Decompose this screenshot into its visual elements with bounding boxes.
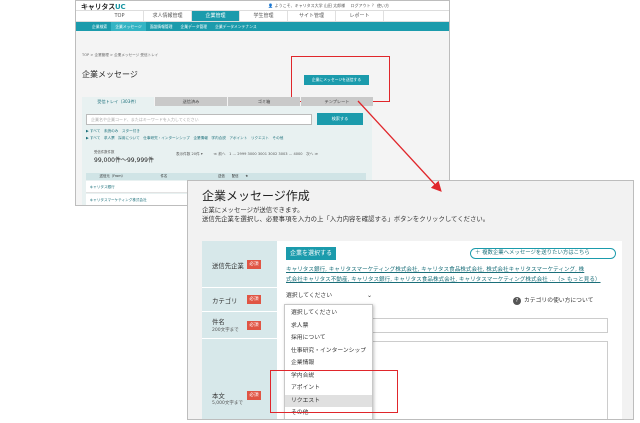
table-header: 送信元（From） 件名 送信 配信 ★ [86,173,366,180]
compose-description: 企業にメッセージが送信できます。 [202,206,304,214]
tab-sent[interactable]: 送信済み [155,97,227,106]
label-destination: 送信先企業 [202,241,277,288]
highlight-box [270,370,398,413]
read-filter[interactable]: ▶ すべて 未読のみ スター付き [86,129,140,134]
search-button[interactable]: 検索する [317,113,363,125]
chevron-down-icon: ⌄ [366,292,372,299]
subnav-data-maintenance[interactable]: 企業データメンテナンス [211,22,261,31]
search-input[interactable]: 企業名や企業コード、またはキーワードを入力してください [86,114,312,125]
compose-instruction: 送信先企業を選択し、必要事項を入力の上「入力内容を確認する」ボタンをクリックして… [202,215,490,223]
body-textarea[interactable] [372,341,608,419]
highlight-box [291,56,390,102]
category-option[interactable]: 求人票 [285,320,372,333]
tab-inbox[interactable]: 受信トレイ（303件） [82,97,154,106]
nav-top[interactable]: TOP [96,11,144,21]
required-badge: 必須 [247,295,261,304]
required-badge: 必須 [247,321,261,330]
page-title: 企業メッセージ [82,70,138,79]
nav-job-info[interactable]: 求人情報管理 [144,11,192,21]
nav-report[interactable]: レポート [336,11,384,21]
subnav-interview[interactable]: 面談情報管理 [146,22,177,31]
category-option[interactable]: 選択してください [285,307,372,320]
required-badge: 必須 [247,391,261,400]
count-label: 受信件数件数 [94,150,115,154]
breadcrumb: TOP > 企業管理 > 企業メッセージ 受信トレイ [82,53,159,57]
main-nav: TOP 求人情報管理 企業管理 学生管理 サイト管理 レポート [76,11,449,22]
nav-student[interactable]: 学生管理 [240,11,288,21]
pagination[interactable]: 表示件数 20件 ▾ ≪ 前へ 1 … 2999 3000 3001 3002 … [176,152,318,157]
sub-nav: 企業検索 企業メッセージ 面談情報管理 企業データ管理 企業データメンテナンス [76,22,449,31]
nav-site[interactable]: サイト管理 [288,11,336,21]
company-list-line[interactable]: キャリタス銀行, キャリタスマーケティング株式会社, キャリタス食品株式会社, … [286,265,584,273]
top-bar: キャリタスUC 👤 ようこそ、キャリタス大学 山田 太郎様 ログアウト ？ 使い… [76,1,449,11]
label-category: カテゴリ [202,288,277,312]
category-option[interactable]: 仕事研究・インターンシップ [285,345,372,358]
category-option[interactable]: 採用について [285,332,372,345]
mailbox-tabs: 受信トレイ（303件） 送信済み ゴミ箱 テンプレート [82,97,374,106]
subnav-company-data[interactable]: 企業データ管理 [176,22,211,31]
select-company-button[interactable]: 企業を選択する [286,247,336,260]
category-select[interactable]: 選択してください ⌄ [286,291,372,301]
company-list-line[interactable]: 式会社キャリタス不動産, キャリタス銀行, キャリタス食品株式会社, キャリタス… [286,275,601,283]
category-option[interactable]: 企業情報 [285,357,372,370]
multi-send-link[interactable]: ＋ 複数企業へメッセージを送りたい方はこちら [470,248,616,259]
user-bar: 👤 ようこそ、キャリタス大学 山田 太郎様 ログアウト ？ 使い方 [268,3,389,8]
subnav-company-message[interactable]: 企業メッセージ [111,22,146,31]
label-body: 本文 5,000文字まで [202,339,277,419]
tab-template[interactable]: テンプレート [301,97,373,106]
message-compose-screenshot: 企業メッセージ作成 企業にメッセージが送信できます。 送信先企業を選択し、必要事… [187,180,634,420]
category-help-link[interactable]: ? カテゴリの使い方について [513,295,593,305]
result-range: 99,000件～99,999件 [94,157,154,164]
question-icon: ? [513,297,521,305]
subnav-company-search[interactable]: 企業検索 [88,22,111,31]
required-badge: 必須 [247,260,261,269]
label-subject: 件名 200文字まで [202,312,277,339]
logo: キャリタスUC [81,3,126,11]
message-inbox-screenshot: キャリタスUC 👤 ようこそ、キャリタス大学 山田 太郎様 ログアウト ？ 使い… [75,0,450,206]
subject-input[interactable] [372,318,608,333]
compose-title: 企業メッセージ作成 [202,189,310,203]
nav-company[interactable]: 企業管理 [192,11,240,21]
category-filter[interactable]: ▶ すべて 求人票 採用について 仕事研究・インターンシップ 企業情報 学内合説… [86,136,283,141]
tab-trash[interactable]: ゴミ箱 [228,97,300,106]
